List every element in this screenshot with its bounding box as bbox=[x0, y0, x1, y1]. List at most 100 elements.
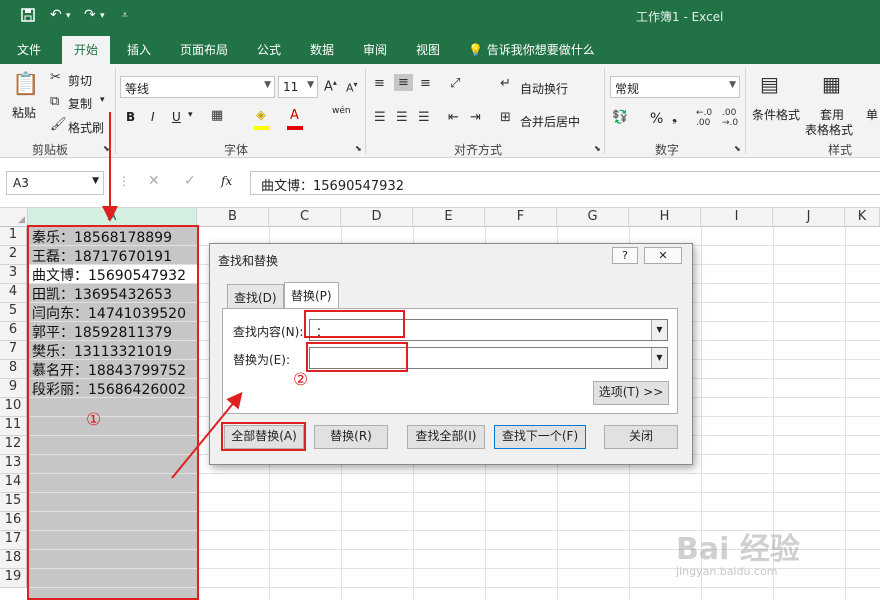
column-header-d[interactable]: D bbox=[341, 208, 413, 227]
row-header-15[interactable]: 15 bbox=[0, 493, 27, 512]
align-bottom-icon[interactable]: ≡ bbox=[420, 76, 431, 91]
select-all-corner[interactable]: ◢ bbox=[0, 208, 28, 227]
row-header-10[interactable]: 10 bbox=[0, 398, 27, 417]
column-header-f[interactable]: F bbox=[485, 208, 557, 227]
fill-color-icon[interactable]: ◈ bbox=[256, 108, 266, 123]
tab-data[interactable]: 数据 bbox=[310, 41, 334, 58]
underline-button[interactable]: U bbox=[172, 110, 181, 124]
align-middle-icon[interactable]: ≡ bbox=[394, 74, 413, 91]
find-all-button[interactable]: 查找全部(I) bbox=[407, 425, 485, 449]
decrease-decimal-icon[interactable]: .00 →.0 bbox=[722, 108, 738, 128]
increase-decimal-icon[interactable]: ←.0.00 bbox=[696, 108, 712, 128]
column-header-e[interactable]: E bbox=[413, 208, 485, 227]
align-left-icon[interactable]: ☰ bbox=[374, 110, 386, 125]
help-button[interactable]: ? bbox=[612, 247, 638, 264]
decrease-indent-icon[interactable]: ⇤ bbox=[448, 110, 459, 125]
row-header-1[interactable]: 1 bbox=[0, 227, 27, 246]
tell-me-box[interactable]: 💡 告诉我你想要做什么 bbox=[468, 41, 595, 58]
undo-dropdown-icon[interactable]: ▾ bbox=[66, 11, 71, 21]
name-box[interactable]: A3 ▼ bbox=[6, 171, 104, 195]
row-header-2[interactable]: 2 bbox=[0, 246, 27, 265]
column-header-c[interactable]: C bbox=[269, 208, 341, 227]
copy-button[interactable]: 复制 bbox=[68, 95, 92, 112]
replace-button[interactable]: 替换(R) bbox=[314, 425, 388, 449]
bold-button[interactable]: B bbox=[126, 110, 135, 124]
cell-styles-button[interactable]: 单 bbox=[866, 106, 878, 123]
wrap-text-button[interactable]: 自动换行 bbox=[520, 80, 568, 97]
row-header-4[interactable]: 4 bbox=[0, 284, 27, 303]
merge-center-button[interactable]: 合并后居中 bbox=[520, 113, 580, 130]
dialog-launcher-icon[interactable]: ⬊ bbox=[103, 144, 110, 153]
row-header-17[interactable]: 17 bbox=[0, 531, 27, 550]
align-top-icon[interactable]: ≡ bbox=[374, 76, 385, 91]
accounting-format-icon[interactable]: 💱 bbox=[612, 110, 628, 125]
save-icon[interactable] bbox=[20, 7, 36, 27]
row-header-9[interactable]: 9 bbox=[0, 379, 27, 398]
column-header-g[interactable]: G bbox=[557, 208, 629, 227]
paste-icon[interactable]: 📋 bbox=[12, 72, 39, 97]
close-icon[interactable]: ✕ bbox=[644, 247, 682, 264]
row-header-6[interactable]: 6 bbox=[0, 322, 27, 341]
number-format-select[interactable]: 常规 ▼ bbox=[610, 76, 740, 98]
align-center-icon[interactable]: ☰ bbox=[396, 110, 408, 125]
phonetic-button[interactable]: wén bbox=[332, 106, 351, 116]
conditional-formatting-button[interactable]: 条件格式 bbox=[752, 106, 800, 123]
enter-icon[interactable]: ✓ bbox=[184, 173, 196, 189]
underline-dropdown-icon[interactable]: ▾ bbox=[188, 110, 193, 120]
decrease-font-icon[interactable]: A▾ bbox=[346, 80, 358, 95]
redo-icon[interactable]: ↷ bbox=[84, 7, 96, 23]
row-header-14[interactable]: 14 bbox=[0, 474, 27, 493]
font-name-select[interactable]: 等线 ▼ bbox=[120, 76, 275, 98]
tab-review[interactable]: 审阅 bbox=[363, 41, 387, 58]
font-color-icon[interactable]: A bbox=[290, 108, 299, 123]
tab-view[interactable]: 视图 bbox=[416, 41, 440, 58]
column-header-h[interactable]: H bbox=[629, 208, 701, 227]
formula-input[interactable]: 曲文博：15690547932 bbox=[250, 171, 880, 195]
font-size-select[interactable]: 11 ▼ bbox=[278, 76, 318, 98]
column-header-k[interactable]: K bbox=[845, 208, 880, 227]
row-header-19[interactable]: 19 bbox=[0, 569, 27, 588]
dialog-launcher-icon[interactable]: ⬊ bbox=[734, 144, 741, 153]
comma-style-icon[interactable]: ❟ bbox=[672, 110, 677, 125]
dialog-launcher-icon[interactable]: ⬊ bbox=[594, 144, 601, 153]
undo-icon[interactable]: ↶ bbox=[50, 7, 62, 23]
customize-quick-access-icon[interactable]: ⩡ bbox=[122, 10, 128, 21]
tab-formulas[interactable]: 公式 bbox=[257, 41, 281, 58]
row-header-11[interactable]: 11 bbox=[0, 417, 27, 436]
column-header-j[interactable]: J bbox=[773, 208, 845, 227]
redo-dropdown-icon[interactable]: ▾ bbox=[100, 11, 105, 21]
find-next-button[interactable]: 查找下一个(F) bbox=[494, 425, 586, 449]
orientation-icon[interactable]: ⤢ bbox=[450, 76, 460, 91]
percent-button[interactable]: % bbox=[650, 111, 663, 127]
close-button[interactable]: 关闭 bbox=[604, 425, 678, 449]
dialog-launcher-icon[interactable]: ⬊ bbox=[355, 144, 362, 153]
align-right-icon[interactable]: ☰ bbox=[418, 110, 430, 125]
cancel-icon[interactable]: ✕ bbox=[148, 173, 160, 189]
tab-file[interactable]: 文件 bbox=[17, 41, 41, 58]
cut-button[interactable]: 剪切 bbox=[68, 72, 92, 89]
row-header-8[interactable]: 8 bbox=[0, 360, 27, 379]
insert-function-icon[interactable]: fx bbox=[221, 174, 232, 188]
column-header-i[interactable]: I bbox=[701, 208, 773, 227]
increase-indent-icon[interactable]: ⇥ bbox=[470, 110, 481, 125]
italic-button[interactable]: I bbox=[151, 110, 155, 124]
format-painter-button[interactable]: 格式刷 bbox=[68, 119, 104, 136]
borders-icon[interactable]: ▦ bbox=[211, 108, 223, 123]
tab-replace[interactable]: 替换(P) bbox=[284, 282, 339, 309]
options-button[interactable]: 选项(T) >> bbox=[593, 381, 669, 405]
copy-dropdown-icon[interactable]: ▾ bbox=[100, 95, 105, 105]
tab-insert[interactable]: 插入 bbox=[127, 41, 151, 58]
drag-handle-icon[interactable]: ⋮ bbox=[118, 174, 130, 188]
row-header-18[interactable]: 18 bbox=[0, 550, 27, 569]
chevron-down-icon[interactable]: ▼ bbox=[651, 348, 667, 368]
row-header-3[interactable]: 3 bbox=[0, 265, 27, 284]
row-header-13[interactable]: 13 bbox=[0, 455, 27, 474]
row-header-5[interactable]: 5 bbox=[0, 303, 27, 322]
tab-home[interactable]: 开始 bbox=[62, 36, 111, 64]
tab-page-layout[interactable]: 页面布局 bbox=[180, 41, 228, 58]
row-header-7[interactable]: 7 bbox=[0, 341, 27, 360]
column-header-b[interactable]: B bbox=[197, 208, 269, 227]
row-header-16[interactable]: 16 bbox=[0, 512, 27, 531]
row-header-12[interactable]: 12 bbox=[0, 436, 27, 455]
paste-button[interactable]: 粘贴 bbox=[12, 104, 36, 121]
